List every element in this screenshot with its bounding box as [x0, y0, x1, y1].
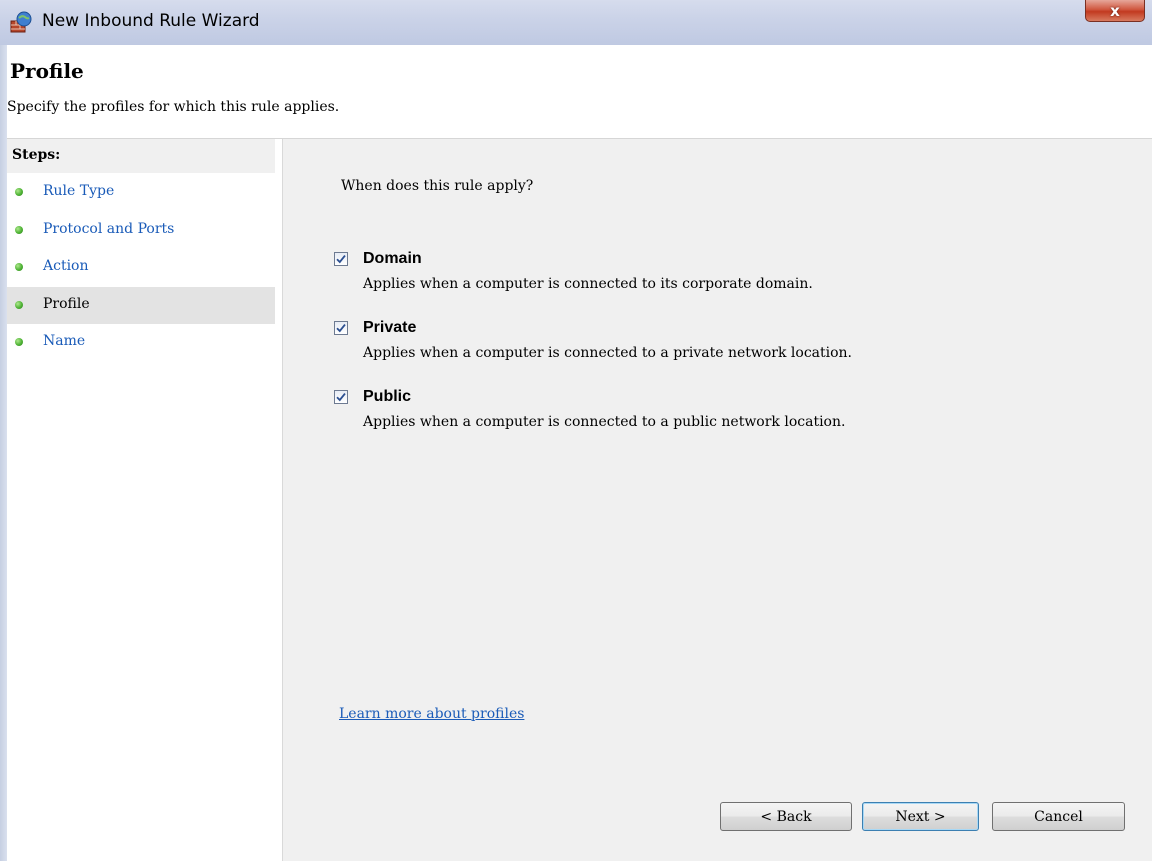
step-label: Protocol and Ports: [43, 221, 175, 237]
close-button[interactable]: x: [1085, 0, 1145, 22]
domain-description: Applies when a computer is connected to …: [363, 276, 813, 292]
step-status-icon: [15, 188, 23, 196]
step-action[interactable]: Action: [7, 249, 275, 286]
public-label[interactable]: Public: [363, 388, 411, 406]
check-icon: [336, 255, 346, 264]
title-bar[interactable]: New Inbound Rule Wizard x: [0, 0, 1152, 45]
next-button[interactable]: Next >: [862, 802, 979, 831]
step-rule-type[interactable]: Rule Type: [7, 174, 275, 211]
private-label[interactable]: Private: [363, 319, 416, 337]
public-checkbox[interactable]: [334, 390, 348, 404]
step-label: Name: [43, 333, 86, 349]
firewall-icon: [9, 10, 33, 34]
wizard-header: Profile Specify the profiles for which t…: [7, 45, 1152, 139]
step-label: Action: [43, 258, 89, 274]
step-name[interactable]: Name: [7, 324, 275, 361]
domain-checkbox[interactable]: [334, 252, 348, 266]
domain-label[interactable]: Domain: [363, 250, 422, 268]
step-status-icon: [15, 338, 23, 346]
back-button[interactable]: < Back: [720, 802, 852, 831]
check-icon: [336, 324, 346, 333]
step-status-icon: [15, 301, 23, 309]
step-protocol-and-ports[interactable]: Protocol and Ports: [7, 212, 275, 249]
window-title: New Inbound Rule Wizard: [42, 11, 260, 31]
private-description: Applies when a computer is connected to …: [363, 345, 853, 361]
step-status-icon: [15, 263, 23, 271]
learn-more-link[interactable]: Learn more about profiles: [339, 706, 524, 722]
step-label: Profile: [43, 296, 90, 312]
page-description: Specify the profiles for which this rule…: [7, 99, 340, 115]
close-icon: x: [1110, 1, 1120, 20]
step-status-icon: [15, 226, 23, 234]
check-icon: [336, 393, 346, 402]
steps-panel: Steps: Rule Type Protocol and Ports Acti…: [7, 139, 283, 861]
private-checkbox[interactable]: [334, 321, 348, 335]
cancel-button[interactable]: Cancel: [992, 802, 1125, 831]
step-profile: Profile: [7, 287, 275, 324]
window-frame-edge: [0, 45, 7, 861]
steps-heading: Steps:: [7, 139, 275, 173]
steps-heading-label: Steps:: [12, 147, 61, 163]
question-label: When does this rule apply?: [341, 178, 534, 194]
page-title: Profile: [10, 59, 84, 83]
step-label: Rule Type: [43, 183, 115, 199]
public-description: Applies when a computer is connected to …: [363, 414, 846, 430]
